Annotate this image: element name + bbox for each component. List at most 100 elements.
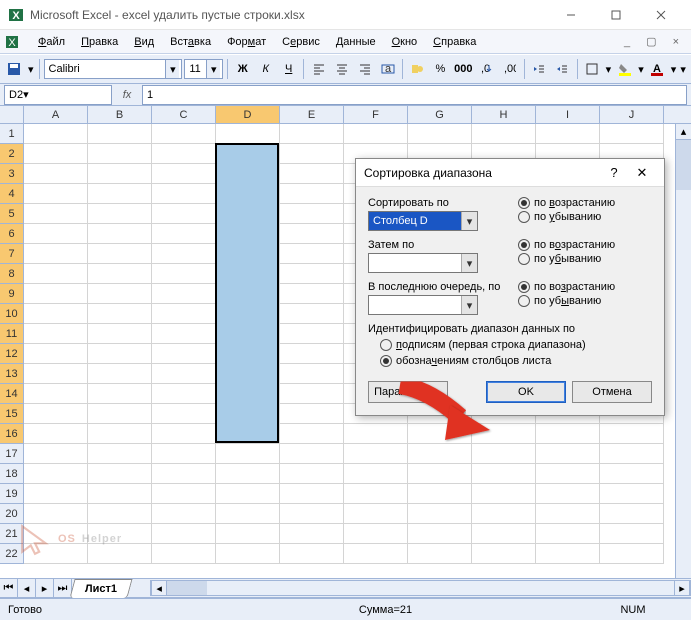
- row-header-1[interactable]: 1: [0, 124, 24, 144]
- cell-G18[interactable]: [408, 464, 472, 484]
- cell-D17[interactable]: [216, 444, 280, 464]
- cell-A21[interactable]: [24, 524, 88, 544]
- fill-color-button[interactable]: [614, 58, 635, 80]
- cell-B16[interactable]: [88, 424, 152, 444]
- cell-F21[interactable]: [344, 524, 408, 544]
- cell-J21[interactable]: [600, 524, 664, 544]
- align-center-button[interactable]: [331, 58, 352, 80]
- dialog-close-button[interactable]: ✕: [628, 165, 656, 181]
- name-box[interactable]: D2 ▾: [4, 85, 112, 105]
- sort2-asc-radio[interactable]: [518, 239, 530, 251]
- decrease-indent-button[interactable]: [529, 58, 550, 80]
- cell-B13[interactable]: [88, 364, 152, 384]
- cell-A12[interactable]: [24, 344, 88, 364]
- cell-F17[interactable]: [344, 444, 408, 464]
- cell-E2[interactable]: [280, 144, 344, 164]
- save-button[interactable]: [4, 58, 25, 80]
- row-header-15[interactable]: 15: [0, 404, 24, 424]
- cell-C15[interactable]: [152, 404, 216, 424]
- cell-C21[interactable]: [152, 524, 216, 544]
- cell-D1[interactable]: [216, 124, 280, 144]
- cell-F19[interactable]: [344, 484, 408, 504]
- bold-button[interactable]: Ж: [232, 58, 253, 80]
- cell-A16[interactable]: [24, 424, 88, 444]
- cell-B20[interactable]: [88, 504, 152, 524]
- cell-A14[interactable]: [24, 384, 88, 404]
- cell-E22[interactable]: [280, 544, 344, 564]
- scroll-right-button[interactable]: ▸: [674, 581, 690, 595]
- cell-C7[interactable]: [152, 244, 216, 264]
- cell-A9[interactable]: [24, 284, 88, 304]
- cell-G22[interactable]: [408, 544, 472, 564]
- cell-F16[interactable]: [344, 424, 408, 444]
- cell-C8[interactable]: [152, 264, 216, 284]
- cell-E7[interactable]: [280, 244, 344, 264]
- font-color-dd[interactable]: ▾: [670, 58, 678, 80]
- cell-D6[interactable]: [216, 224, 280, 244]
- cell-B19[interactable]: [88, 484, 152, 504]
- col-header-F[interactable]: F: [344, 106, 408, 123]
- cell-G17[interactable]: [408, 444, 472, 464]
- toolbar-options-dd[interactable]: ▾: [27, 58, 35, 80]
- cell-E5[interactable]: [280, 204, 344, 224]
- col-header-H[interactable]: H: [472, 106, 536, 123]
- cell-C19[interactable]: [152, 484, 216, 504]
- cell-C5[interactable]: [152, 204, 216, 224]
- cell-H17[interactable]: [472, 444, 536, 464]
- row-header-2[interactable]: 2: [0, 144, 24, 164]
- cell-C1[interactable]: [152, 124, 216, 144]
- row-header-14[interactable]: 14: [0, 384, 24, 404]
- fill-color-dd[interactable]: ▾: [637, 58, 645, 80]
- cell-C11[interactable]: [152, 324, 216, 344]
- cell-C10[interactable]: [152, 304, 216, 324]
- cell-D19[interactable]: [216, 484, 280, 504]
- cell-H1[interactable]: [472, 124, 536, 144]
- cell-A13[interactable]: [24, 364, 88, 384]
- cell-D14[interactable]: [216, 384, 280, 404]
- cell-I19[interactable]: [536, 484, 600, 504]
- cell-C9[interactable]: [152, 284, 216, 304]
- cell-H21[interactable]: [472, 524, 536, 544]
- cell-C2[interactable]: [152, 144, 216, 164]
- row-header-16[interactable]: 16: [0, 424, 24, 444]
- cell-A4[interactable]: [24, 184, 88, 204]
- cell-B18[interactable]: [88, 464, 152, 484]
- sort1-desc-radio[interactable]: [518, 211, 530, 223]
- cell-B15[interactable]: [88, 404, 152, 424]
- cell-A2[interactable]: [24, 144, 88, 164]
- cell-D13[interactable]: 5: [216, 364, 280, 384]
- vertical-scrollbar[interactable]: ▴: [675, 124, 691, 578]
- cell-J16[interactable]: [600, 424, 664, 444]
- fx-label[interactable]: fx: [112, 89, 142, 101]
- row-header-10[interactable]: 10: [0, 304, 24, 324]
- cell-D3[interactable]: [216, 164, 280, 184]
- sort3-asc-radio[interactable]: [518, 281, 530, 293]
- cell-G21[interactable]: [408, 524, 472, 544]
- cell-A15[interactable]: [24, 404, 88, 424]
- col-header-J[interactable]: J: [600, 106, 664, 123]
- cell-G1[interactable]: [408, 124, 472, 144]
- cell-B2[interactable]: [88, 144, 152, 164]
- cell-J17[interactable]: [600, 444, 664, 464]
- cell-C16[interactable]: [152, 424, 216, 444]
- cell-J1[interactable]: [600, 124, 664, 144]
- cell-I20[interactable]: [536, 504, 600, 524]
- cell-E14[interactable]: [280, 384, 344, 404]
- increase-decimal-button[interactable]: ,0: [476, 58, 497, 80]
- cell-E1[interactable]: [280, 124, 344, 144]
- cell-E12[interactable]: [280, 344, 344, 364]
- cell-A7[interactable]: [24, 244, 88, 264]
- cell-C6[interactable]: [152, 224, 216, 244]
- row-header-5[interactable]: 5: [0, 204, 24, 224]
- cell-C13[interactable]: [152, 364, 216, 384]
- cell-E3[interactable]: [280, 164, 344, 184]
- row-header-6[interactable]: 6: [0, 224, 24, 244]
- cell-I21[interactable]: [536, 524, 600, 544]
- row-header-21[interactable]: 21: [0, 524, 24, 544]
- identify-columns-radio[interactable]: [380, 355, 392, 367]
- then-by-select[interactable]: ▾: [368, 253, 478, 273]
- cell-A22[interactable]: [24, 544, 88, 564]
- identify-headers-radio[interactable]: [380, 339, 392, 351]
- close-button[interactable]: [638, 1, 683, 29]
- col-header-A[interactable]: A: [24, 106, 88, 123]
